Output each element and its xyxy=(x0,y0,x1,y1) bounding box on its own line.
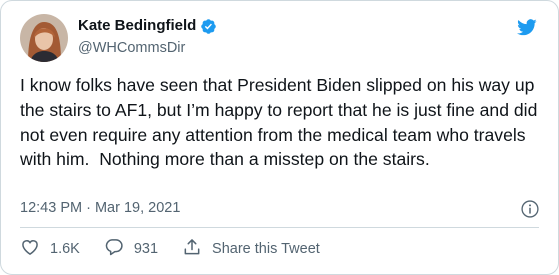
share-label: Share this Tweet xyxy=(212,241,320,257)
reply-button[interactable]: 931 xyxy=(104,237,158,261)
tweet-text: I know folks have seen that President Bi… xyxy=(20,75,543,170)
heart-icon xyxy=(20,237,40,261)
tweet-timestamp[interactable]: 12:43 PM · Mar 19, 2021 xyxy=(20,198,180,218)
verified-badge-icon xyxy=(200,18,217,35)
reply-count: 931 xyxy=(133,241,159,257)
avatar[interactable] xyxy=(20,14,68,62)
divider xyxy=(20,227,539,228)
author-name-row: Kate Bedingfield xyxy=(78,17,217,35)
info-icon[interactable] xyxy=(520,199,540,219)
author-handle[interactable]: @WHCommsDir xyxy=(78,39,217,57)
reply-icon xyxy=(104,237,124,261)
action-bar: 1.6K 931 Share this Tweet xyxy=(20,237,320,261)
share-icon xyxy=(182,237,202,261)
like-button[interactable]: 1.6K xyxy=(20,237,80,261)
share-button[interactable]: Share this Tweet xyxy=(182,237,320,261)
author-block: Kate Bedingfield @WHCommsDir xyxy=(78,17,217,57)
twitter-bird-icon[interactable] xyxy=(515,17,539,37)
like-count: 1.6K xyxy=(50,241,80,257)
tweet-card: Kate Bedingfield @WHCommsDir I know folk… xyxy=(0,0,559,275)
author-name[interactable]: Kate Bedingfield xyxy=(78,17,196,35)
